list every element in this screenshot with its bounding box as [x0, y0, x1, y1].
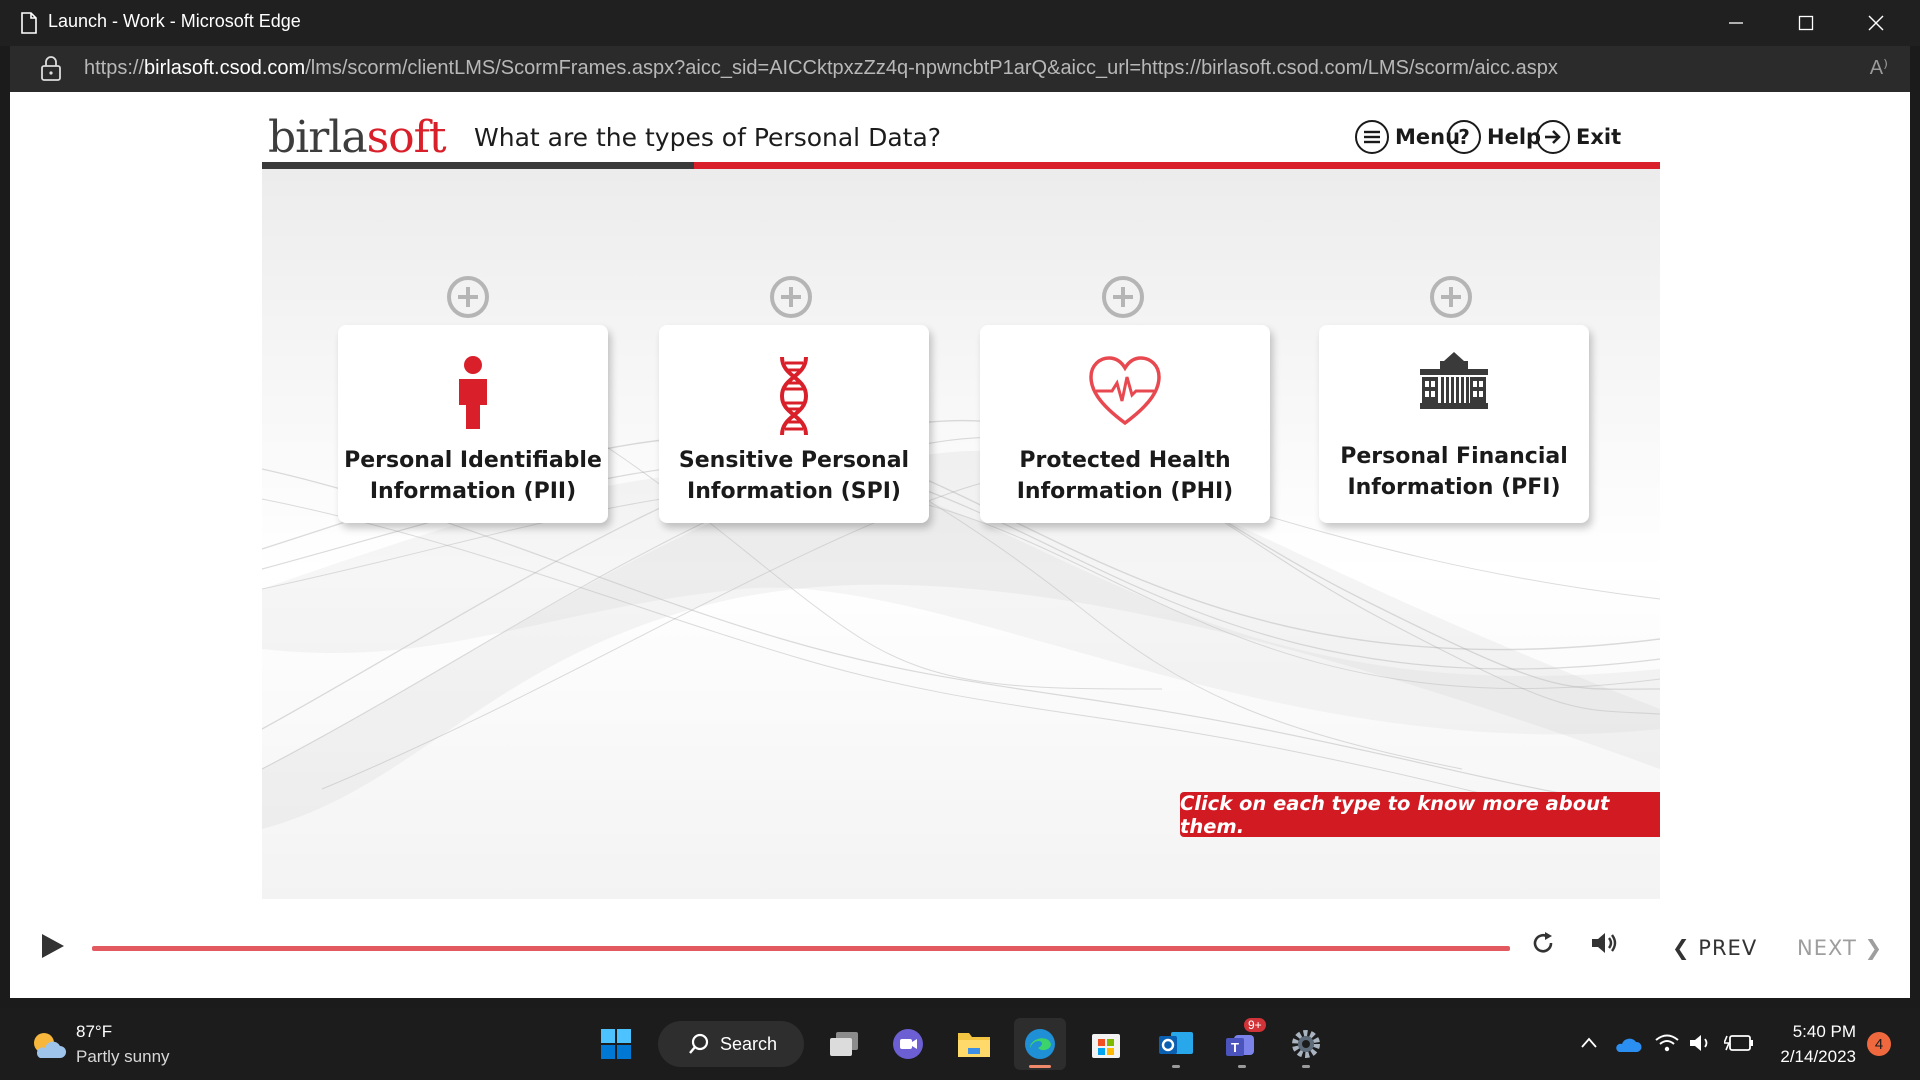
- replay-icon[interactable]: [1530, 930, 1556, 962]
- wifi-icon[interactable]: [1654, 1032, 1680, 1054]
- menu-button[interactable]: Menu: [1355, 118, 1460, 156]
- next-button[interactable]: NEXT ❯: [1797, 936, 1883, 960]
- outlook-icon: [1159, 1032, 1193, 1054]
- dna-icon: [659, 355, 929, 436]
- exit-label: Exit: [1576, 125, 1622, 149]
- card-pfi[interactable]: Personal Financial Information (PFI): [1319, 325, 1589, 523]
- bank-building-icon: [1319, 351, 1589, 431]
- header-divider-dark: [262, 162, 694, 169]
- edge-icon: [1025, 1029, 1055, 1059]
- help-icon: ?: [1447, 120, 1481, 154]
- header-divider-red: [694, 162, 1660, 169]
- clock-time[interactable]: 5:40 PM: [1788, 1022, 1856, 1042]
- chevron-left-icon: ❮: [1672, 936, 1691, 960]
- card-label: Personal Identifiable Information (PII): [344, 448, 602, 504]
- menu-icon: [1355, 120, 1389, 154]
- document-icon: [21, 12, 37, 34]
- expand-pfi-plus-icon[interactable]: [1430, 276, 1472, 318]
- teams-button[interactable]: T 9+: [1216, 1018, 1268, 1070]
- active-indicator: [1029, 1065, 1051, 1068]
- url-text[interactable]: https://birlasoft.csod.com/lms/scorm/cli…: [84, 57, 1558, 80]
- task-view-icon: [830, 1032, 858, 1056]
- person-icon: [338, 355, 608, 435]
- running-indicator: [1302, 1065, 1310, 1068]
- chat-camera-icon: [893, 1029, 923, 1059]
- course-stage: Personal IdentifiableInformation (PII): [262, 169, 1660, 899]
- onedrive-cloud-icon[interactable]: [1614, 1034, 1642, 1054]
- partly-sunny-icon[interactable]: [30, 1030, 66, 1060]
- card-phi[interactable]: Protected Health Information (PHI): [980, 325, 1270, 523]
- window-title: Launch - Work - Microsoft Edge: [48, 11, 301, 31]
- course-frame: birlasoft What are the types of Personal…: [262, 114, 1660, 899]
- card-pii[interactable]: Personal Identifiable Information (PII): [338, 325, 608, 523]
- battery-charging-icon[interactable]: [1724, 1032, 1754, 1054]
- card-label: Protected Health Information (PHI): [1016, 448, 1234, 504]
- card-label: Personal Financial Information (PFI): [1340, 444, 1568, 500]
- taskbar: 87°F Partly sunny Search T 9+ 5:40 PM 2/…: [0, 1008, 1920, 1080]
- file-explorer-button[interactable]: [948, 1018, 1000, 1070]
- settings-button[interactable]: [1280, 1018, 1332, 1070]
- running-indicator: [1238, 1065, 1246, 1068]
- store-button[interactable]: [1080, 1018, 1132, 1070]
- teams-chat-button[interactable]: [882, 1018, 934, 1070]
- taskbar-search[interactable]: Search: [658, 1021, 804, 1067]
- address-bar[interactable]: https://birlasoft.csod.com/lms/scorm/cli…: [10, 46, 1910, 92]
- weather-temp[interactable]: 87°F: [76, 1022, 112, 1042]
- read-aloud-icon[interactable]: A⁾: [1870, 55, 1888, 80]
- page-title: What are the types of Personal Data?: [474, 123, 942, 152]
- maximize-button[interactable]: [1772, 0, 1840, 46]
- running-indicator: [1172, 1065, 1180, 1068]
- weather-desc[interactable]: Partly sunny: [76, 1047, 170, 1067]
- instruction-banner: Click on each type to know more about th…: [1180, 792, 1660, 838]
- windows-logo-icon: [601, 1029, 631, 1059]
- outlook-button[interactable]: [1150, 1018, 1202, 1070]
- maximize-icon: [1798, 15, 1814, 31]
- birlasoft-logo: birlasoft: [268, 114, 447, 163]
- heart-pulse-icon: [980, 355, 1270, 435]
- prev-button[interactable]: ❮ PREV: [1672, 936, 1757, 960]
- browser-content: birlasoft What are the types of Personal…: [10, 92, 1910, 998]
- close-icon: [1868, 15, 1884, 31]
- expand-phi-plus-icon[interactable]: [1102, 276, 1144, 318]
- help-label: Help: [1487, 125, 1542, 149]
- expand-pii-plus-icon[interactable]: [447, 276, 489, 318]
- speaker-icon[interactable]: [1688, 1032, 1714, 1054]
- notification-badge[interactable]: 4: [1867, 1032, 1891, 1056]
- help-button[interactable]: ? Help: [1447, 118, 1541, 156]
- gear-icon: [1292, 1030, 1320, 1058]
- chevron-right-icon: ❯: [1864, 936, 1884, 960]
- teams-badge: 9+: [1244, 1018, 1266, 1032]
- minimize-icon: [1729, 22, 1743, 24]
- card-spi[interactable]: Sensitive Personal Information (SPI): [659, 325, 929, 523]
- volume-icon[interactable]: [1590, 930, 1620, 962]
- start-button[interactable]: [590, 1018, 642, 1070]
- store-icon: [1092, 1034, 1120, 1058]
- progress-bar[interactable]: [92, 946, 1510, 951]
- search-icon: [689, 1033, 709, 1054]
- minimize-button[interactable]: [1702, 0, 1770, 46]
- task-view-button[interactable]: [818, 1018, 870, 1070]
- lock-icon[interactable]: [40, 56, 62, 82]
- play-button[interactable]: [42, 934, 64, 958]
- chevron-up-icon[interactable]: [1580, 1036, 1598, 1050]
- folder-icon: [958, 1033, 990, 1057]
- edge-button[interactable]: [1014, 1018, 1066, 1070]
- close-button[interactable]: [1842, 0, 1910, 46]
- course-header: birlasoft What are the types of Personal…: [262, 114, 1660, 163]
- window-titlebar: Launch - Work - Microsoft Edge: [0, 0, 1920, 46]
- exit-arrow-icon: [1536, 120, 1570, 154]
- card-label: Sensitive Personal Information (SPI): [678, 448, 910, 504]
- svg-text:T: T: [1231, 1040, 1239, 1055]
- expand-spi-plus-icon[interactable]: [770, 276, 812, 318]
- exit-button[interactable]: Exit: [1536, 118, 1621, 156]
- clock-date[interactable]: 2/14/2023: [1770, 1047, 1856, 1067]
